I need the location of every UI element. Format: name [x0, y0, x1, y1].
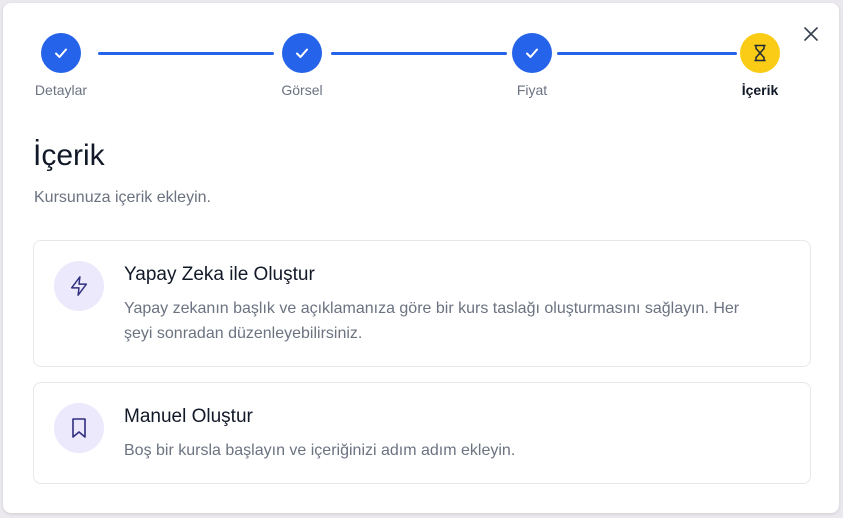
- hourglass-icon: [754, 44, 766, 62]
- step-gorsel[interactable]: Görsel: [242, 33, 362, 98]
- check-icon: [55, 48, 67, 58]
- step-label: İçerik: [741, 82, 779, 98]
- step-detaylar[interactable]: Detaylar: [1, 33, 121, 98]
- step-completed-indicator: [282, 33, 322, 73]
- lightning-icon: [70, 276, 88, 296]
- option-description: Boş bir kursla başlayın ve içeriğinizi a…: [124, 442, 516, 459]
- progress-stepper: Detaylar Görsel Fiyat İçerik: [3, 3, 839, 113]
- option-title: Yapay Zeka ile Oluştur: [124, 264, 315, 285]
- ai-create-option[interactable]: Yapay Zeka ile Oluştur Yapay zekanın baş…: [33, 240, 811, 367]
- step-label: Fiyat: [516, 82, 548, 98]
- option-icon-badge: [54, 403, 104, 453]
- check-icon: [296, 48, 308, 58]
- step-completed-indicator: [512, 33, 552, 73]
- check-icon: [526, 48, 538, 58]
- step-icerik[interactable]: İçerik: [700, 33, 820, 98]
- bookmark-icon: [72, 418, 86, 438]
- step-label: Detaylar: [34, 82, 88, 98]
- step-completed-indicator: [41, 33, 81, 73]
- create-content-dialog: Detaylar Görsel Fiyat İçerik İçerik Kurs…: [3, 3, 839, 513]
- step-current-indicator: [740, 33, 780, 73]
- manual-create-option[interactable]: Manuel Oluştur Boş bir kursla başlayın v…: [33, 382, 811, 484]
- page-title: İçerik: [33, 139, 105, 172]
- page-subtitle: Kursunuza içerik ekleyin.: [34, 189, 211, 206]
- step-fiyat[interactable]: Fiyat: [472, 33, 592, 98]
- option-title: Manuel Oluştur: [124, 406, 253, 427]
- step-label: Görsel: [281, 82, 323, 98]
- option-icon-badge: [54, 261, 104, 311]
- option-description: Yapay zekanın başlık ve açıklamanıza gör…: [124, 300, 740, 342]
